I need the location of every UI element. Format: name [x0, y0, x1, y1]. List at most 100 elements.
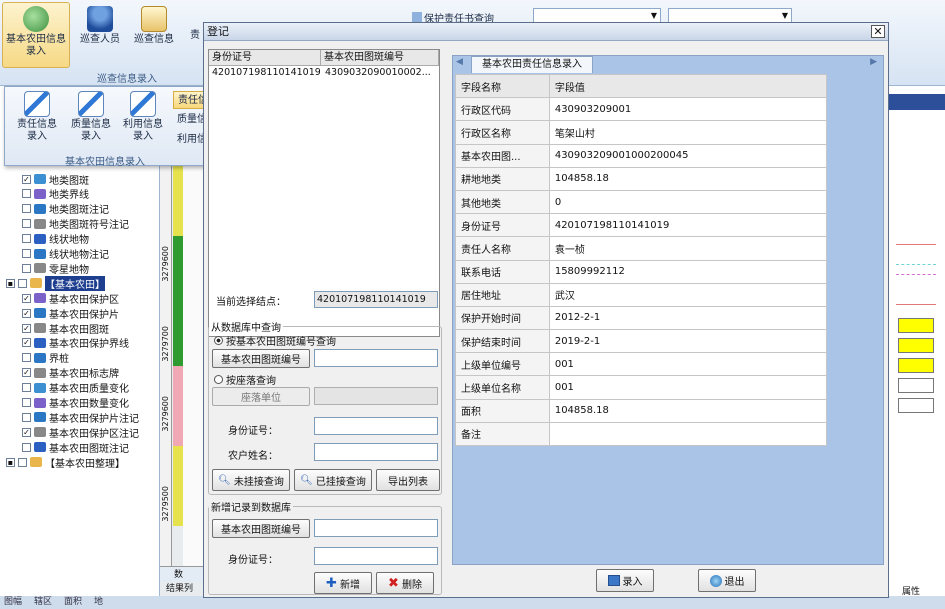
field-value-cell[interactable]: 武汉 [548, 282, 828, 307]
layer-checkbox[interactable] [22, 263, 31, 273]
tree-item[interactable]: 零星地物 [22, 261, 89, 276]
table-row[interactable]: 行政区代码 430903209001 [455, 97, 828, 122]
table-row[interactable]: 面积 104858.18 [455, 398, 828, 423]
layer-checkbox[interactable] [22, 249, 31, 258]
field-value-cell[interactable]: 430903209001 [548, 97, 828, 122]
field-value-cell[interactable]: 430903209001000200045 [548, 143, 828, 168]
layer-checkbox[interactable]: ✓ [22, 323, 31, 333]
tree-item[interactable]: 基本农田数量变化 [22, 396, 129, 410]
unmounted-query-button[interactable]: 🔍︎ 未挂接查询 [212, 469, 290, 491]
location-unit-input[interactable] [314, 387, 438, 405]
layer-checkbox[interactable] [22, 383, 31, 393]
table-row[interactable]: 保护结束时间 2019-2-1 [455, 329, 828, 354]
table-row[interactable]: 备注 [455, 421, 828, 447]
new-farmland-code-button[interactable]: 基本农田图斑编号 [212, 519, 310, 538]
new-farmland-code-input[interactable] [314, 519, 438, 537]
location-unit-button[interactable]: 座落单位 [212, 387, 310, 406]
tree-item[interactable]: ✓ 地类图斑 [22, 172, 89, 187]
layer-checkbox[interactable] [22, 204, 31, 214]
layer-checkbox[interactable] [18, 278, 27, 288]
table-row[interactable]: 保护开始时间 2012-2-1 [455, 305, 828, 331]
layer-checkbox[interactable] [22, 234, 31, 244]
layer-checkbox[interactable]: ✓ [22, 338, 31, 348]
field-value-cell[interactable]: 15809992112 [548, 259, 828, 284]
layer-checkbox[interactable] [22, 189, 31, 199]
grid-header-id[interactable]: 身份证号 [209, 50, 321, 66]
tree-item[interactable]: 基本农田保护片注记 [22, 410, 139, 425]
table-row[interactable]: 联系电话 15809992112 [455, 259, 828, 284]
layer-checkbox[interactable]: ✓ [22, 427, 31, 437]
layer-checkbox[interactable] [22, 398, 31, 407]
field-value-cell[interactable]: 笔架山村 [548, 120, 828, 145]
bottom-tab-data[interactable]: 数 [160, 566, 205, 582]
tab-scroll-left-icon[interactable]: ◀ [456, 57, 463, 67]
exit-button[interactable]: 退出 [698, 569, 756, 592]
grid-header-code[interactable]: 基本农田图斑编号 [321, 50, 439, 66]
tree-item[interactable]: 地类图斑符号注记 [22, 217, 129, 231]
mounted-query-button[interactable]: 🔍︎ 已挂接查询 [294, 469, 372, 491]
tab-farmland-resp-entry[interactable]: 基本农田责任信息录入 [471, 56, 593, 73]
field-value-cell[interactable]: 104858.18 [548, 166, 828, 191]
table-row[interactable]: 其他地类 0 [455, 189, 828, 215]
detail-table[interactable]: 字段名称 字段值 行政区代码 430903209001 行政区名称 笔架山村 基本农田图..… [455, 73, 828, 447]
tree-item[interactable]: 地类界线 [22, 187, 89, 201]
table-row[interactable]: 基本农田图... 430903209001000200045 [455, 143, 828, 168]
layer-checkbox[interactable] [22, 353, 31, 363]
table-row[interactable]: 上级单位名称 001 [455, 375, 828, 400]
tree-item[interactable]: 基本农田图斑注记 [22, 440, 129, 455]
layer-checkbox[interactable]: ✓ [22, 293, 31, 303]
bottom-tab-results[interactable]: 结果列 [160, 582, 205, 596]
field-value-cell[interactable]: 0 [548, 189, 828, 215]
new-id-input[interactable] [314, 547, 438, 565]
detail-header-row[interactable]: 字段名称 字段值 [455, 73, 828, 99]
expand-icon[interactable]: ▪ [6, 457, 15, 467]
field-value-cell[interactable]: 袁一桢 [548, 236, 828, 261]
table-row[interactable]: 上级单位编号 001 [455, 352, 828, 377]
field-value-cell[interactable]: 2012-2-1 [548, 305, 828, 331]
export-list-button[interactable]: 导出列表 [376, 469, 440, 491]
add-button[interactable]: ✚ 新增 [314, 572, 372, 594]
basic-farmland-entry-button[interactable]: 基本农田信息录入 [4, 6, 68, 58]
field-value-cell[interactable]: 420107198110141019 [548, 213, 828, 238]
record-button[interactable]: 录入 [596, 569, 654, 592]
layer-checkbox[interactable]: ✓ [22, 308, 31, 318]
field-value-cell[interactable]: 001 [548, 352, 828, 377]
tree-item[interactable]: 界桩 [22, 351, 69, 365]
field-value-cell[interactable]: 2019-2-1 [548, 329, 828, 354]
close-button[interactable]: ✕ [871, 25, 885, 38]
delete-button[interactable]: ✖ 删除 [376, 572, 434, 594]
tree-item[interactable]: ✓ 基本农田标志牌 [22, 366, 119, 380]
field-value-cell[interactable] [548, 421, 828, 447]
expand-icon[interactable]: ▪ [6, 278, 15, 288]
field-value-cell[interactable]: 104858.18 [548, 398, 828, 423]
tree-item[interactable]: ▪ 【基本农田整理】 [6, 455, 125, 470]
farmer-name-input[interactable] [314, 443, 438, 461]
tree-item[interactable]: ▪ 【基本农田】 [6, 275, 105, 291]
inspector-button[interactable]: 巡查人员 [76, 6, 124, 46]
tree-item[interactable]: ✓ 基本农田保护区 [22, 291, 119, 306]
layer-checkbox[interactable]: ✓ [22, 174, 31, 184]
inspect-info-button[interactable]: 巡查信息 [128, 6, 180, 46]
tree-item[interactable]: ✓ 基本农田图斑 [22, 321, 109, 336]
id-input[interactable] [314, 417, 438, 435]
tree-item[interactable]: ✓ 基本农田保护区注记 [22, 425, 139, 440]
truncated-ribbon-button[interactable]: 责 [186, 30, 204, 42]
table-row[interactable]: 身份证号 420107198110141019 [455, 213, 828, 238]
tree-item[interactable]: 基本农田质量变化 [22, 381, 129, 395]
table-row[interactable]: 责任人名称 袁一桢 [455, 236, 828, 261]
layer-checkbox[interactable] [22, 442, 31, 452]
radio-by-location[interactable]: 按座落查询 [214, 372, 276, 387]
radio-by-code[interactable]: 按基本农田图斑编号查询 [214, 333, 336, 348]
tree-item[interactable]: 线状地物注记 [22, 247, 109, 261]
layer-checkbox[interactable]: ✓ [22, 368, 31, 378]
tree-item[interactable]: ✓ 基本农田保护界线 [22, 336, 129, 350]
tree-item[interactable]: 地类图斑注记 [22, 202, 109, 216]
layer-checkbox[interactable] [22, 412, 31, 422]
use-entry-button[interactable]: 利用信息录入 [117, 91, 169, 143]
field-value-cell[interactable]: 001 [548, 375, 828, 400]
layer-checkbox[interactable] [18, 457, 27, 467]
tree-item[interactable]: 线状地物 [22, 232, 89, 246]
table-row[interactable]: 耕地地类 104858.18 [455, 166, 828, 191]
farmland-code-button[interactable]: 基本农田图斑编号 [212, 349, 310, 368]
tab-scroll-right-icon[interactable]: ▶ [870, 57, 877, 67]
